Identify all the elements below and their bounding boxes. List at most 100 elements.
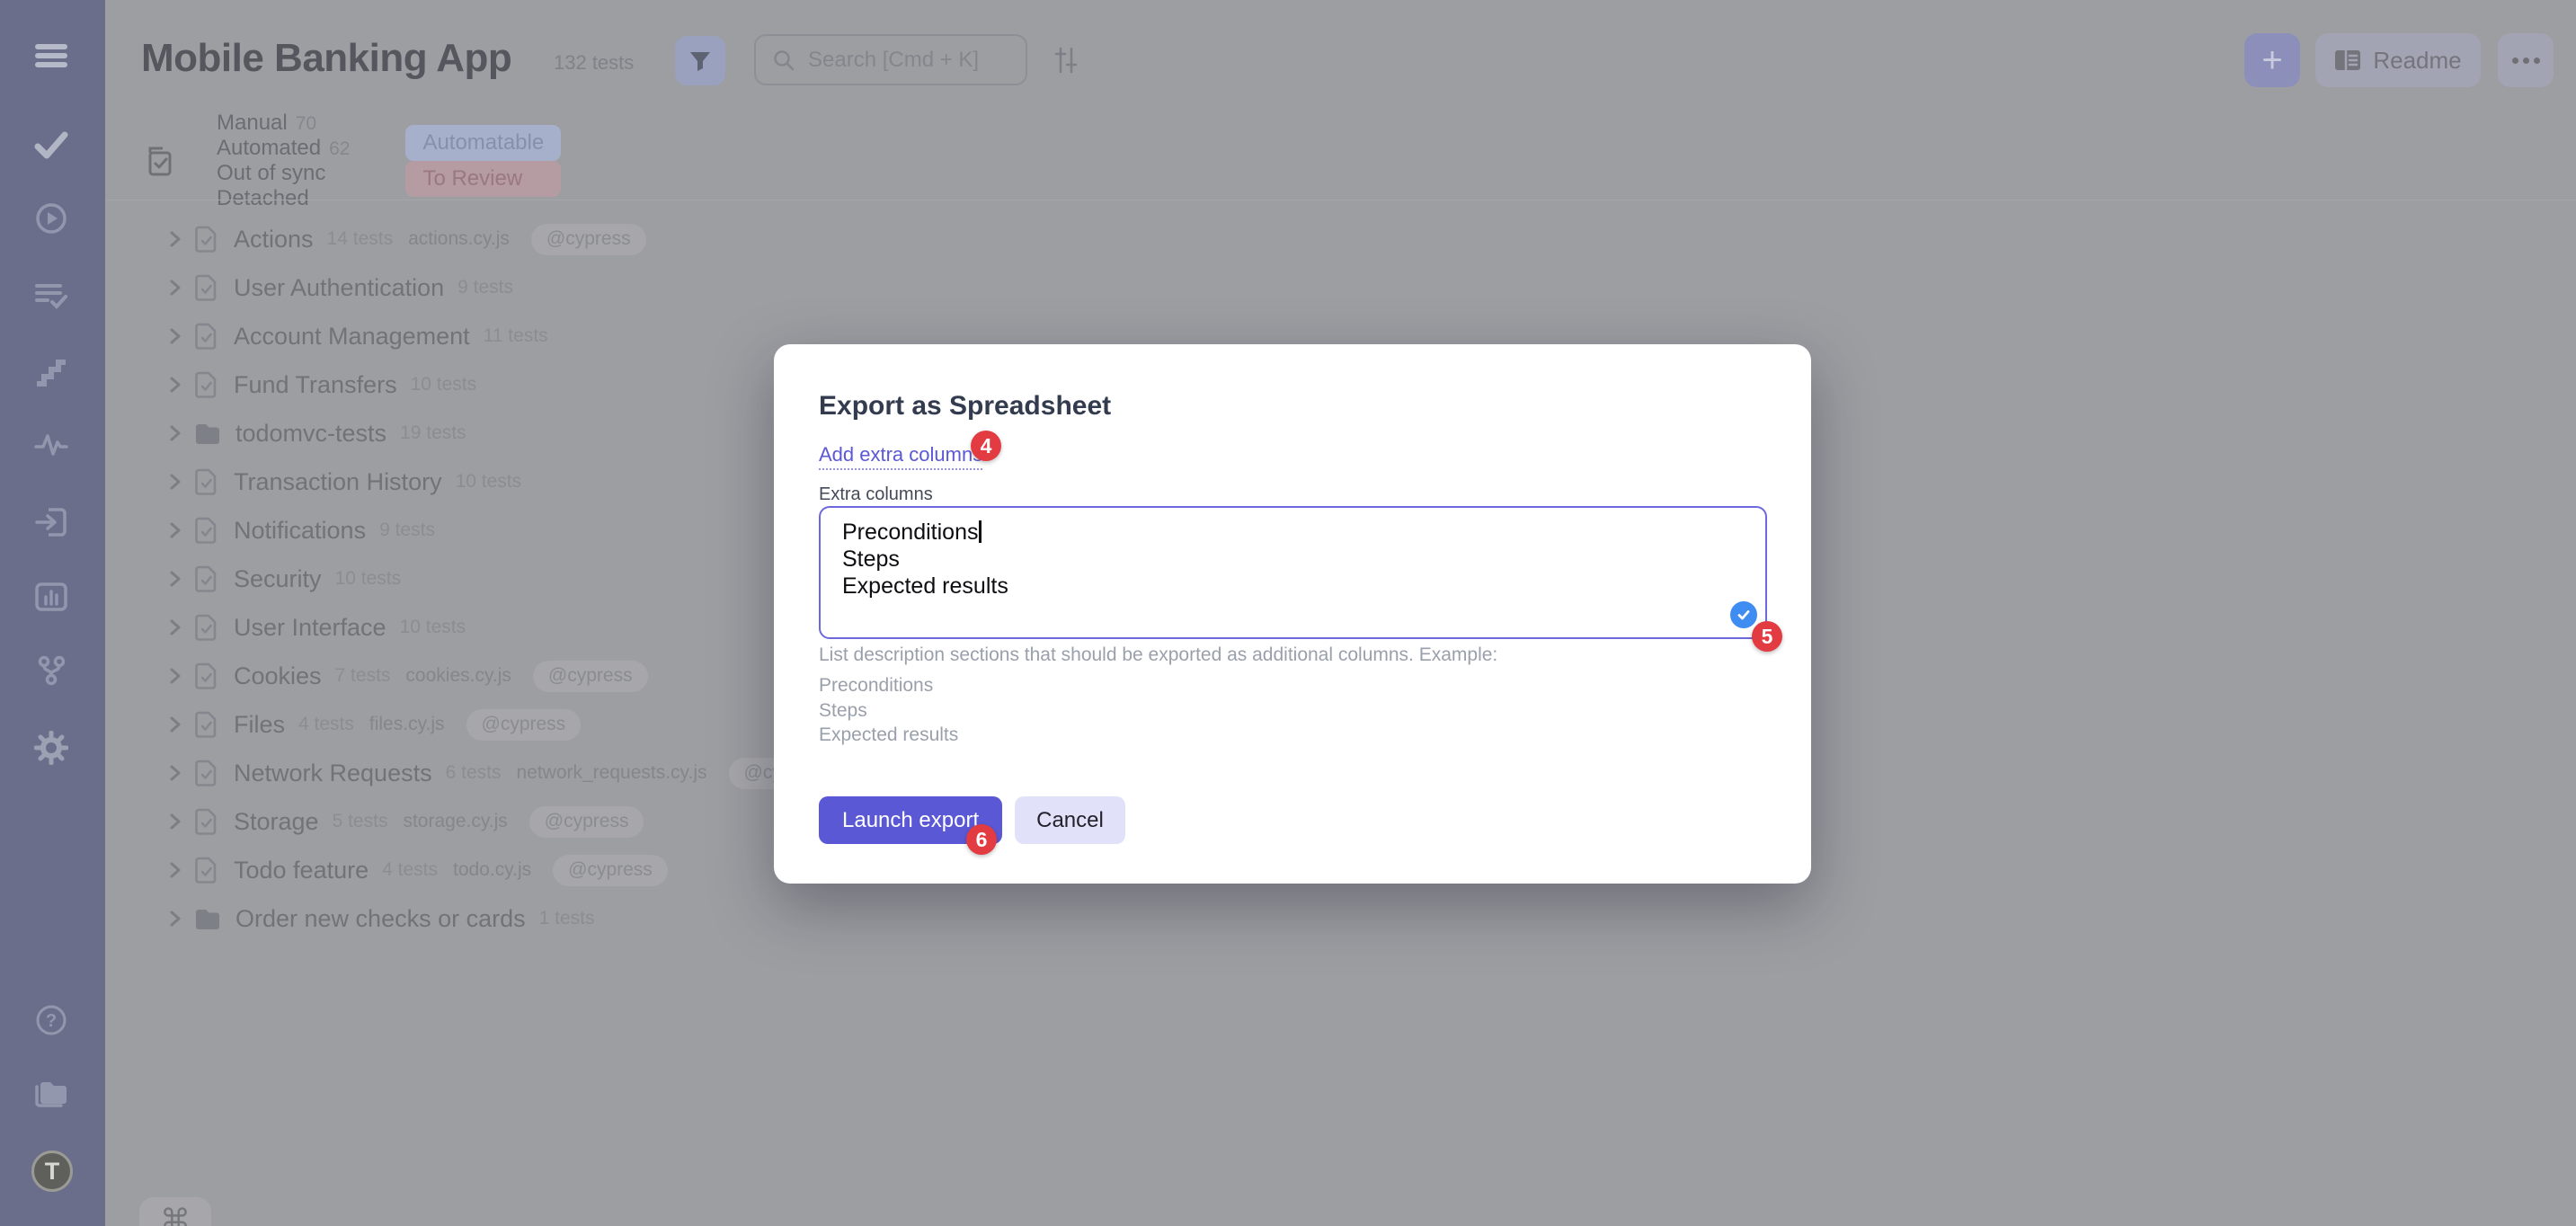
help-icon[interactable]: ? [33, 1002, 69, 1038]
suite-row-order-new-checks-or-cards[interactable]: Order new checks or cards 1 tests [167, 894, 843, 943]
command-icon: ⌘ [160, 1203, 191, 1226]
modal-title: Export as Spreadsheet [819, 391, 1111, 422]
adjustments-icon[interactable] [1052, 46, 1080, 79]
more-options-button[interactable] [2498, 33, 2554, 87]
chevron-right-icon [167, 617, 183, 637]
extra-columns-label: Extra columns [819, 484, 933, 505]
filter-pill-automatable[interactable]: Automatable [405, 125, 561, 161]
suite-row-todo-feature[interactable]: Todo feature 4 tests todo.cy.js @cypress [167, 846, 843, 894]
annotation-badge-4: 4 [971, 431, 1001, 461]
sidebar-item-steps-icon[interactable] [33, 353, 69, 389]
cancel-button[interactable]: Cancel [1015, 796, 1125, 844]
suite-test-count: 10 tests [400, 617, 466, 638]
tab-manual[interactable]: Manual70 [217, 111, 350, 136]
sidebar-item-pulse-icon[interactable] [33, 427, 69, 463]
test-file-icon [194, 760, 218, 786]
suite-tag-badge: @cypress [466, 709, 582, 741]
sidebar-item-runs-icon[interactable] [33, 200, 69, 236]
sidebar-item-tests-icon[interactable] [33, 127, 69, 163]
chevron-right-icon [167, 569, 183, 589]
suite-row-security[interactable]: Security 10 tests [167, 555, 843, 603]
add-extra-columns-link[interactable]: Add extra columns [819, 443, 982, 470]
suite-test-count: 9 tests [379, 520, 435, 541]
search-icon [772, 49, 795, 72]
sidebar-item-branches-icon[interactable] [33, 653, 69, 689]
suite-row-fund-transfers[interactable]: Fund Transfers 10 tests [167, 360, 843, 409]
tab-label: Detached [217, 186, 309, 211]
example-lines: PreconditionsStepsExpected results [819, 673, 958, 748]
test-file-icon [194, 614, 218, 641]
chevron-right-icon [167, 423, 183, 443]
suite-file-name: network_requests.cy.js [516, 762, 706, 784]
suite-title: Notifications [234, 517, 366, 545]
filter-button[interactable] [675, 36, 725, 85]
tab-count: 62 [329, 138, 350, 160]
suite-row-network-requests[interactable]: Network Requests 6 tests network_request… [167, 749, 843, 797]
suite-title: Storage [234, 808, 319, 836]
suite-test-count: 19 tests [400, 422, 466, 444]
filter-pill-to-review[interactable]: To Review [405, 161, 561, 197]
suite-title: Account Management [234, 323, 470, 351]
textarea-line: Steps [842, 546, 1744, 573]
textarea-line: Expected results [842, 573, 1744, 600]
suite-file-name: files.cy.js [369, 714, 445, 735]
tab-detached[interactable]: Detached [217, 186, 350, 211]
suite-row-storage[interactable]: Storage 5 tests storage.cy.js @cypress [167, 797, 843, 846]
suite-row-cookies[interactable]: Cookies 7 tests cookies.cy.js @cypress [167, 652, 843, 700]
suite-test-count: 10 tests [411, 374, 477, 395]
suite-title: Order new checks or cards [235, 905, 526, 933]
suite-row-notifications[interactable]: Notifications 9 tests [167, 506, 843, 555]
extra-columns-textarea[interactable]: PreconditionsStepsExpected results [819, 506, 1767, 639]
search-input[interactable]: Search [Cmd + K] [754, 34, 1027, 85]
ellipsis-icon [2512, 58, 2540, 64]
suite-row-actions[interactable]: Actions 14 tests actions.cy.js @cypress [167, 215, 843, 263]
textarea-line: Preconditions [842, 519, 1744, 546]
sidebar-item-analytics-icon[interactable] [33, 579, 69, 615]
helper-text: List description sections that should be… [819, 644, 1497, 666]
suite-row-user-interface[interactable]: User Interface 10 tests [167, 603, 843, 652]
suite-test-count: 7 tests [335, 665, 391, 687]
suite-row-transaction-history[interactable]: Transaction History 10 tests [167, 458, 843, 506]
suite-row-user-authentication[interactable]: User Authentication 9 tests [167, 263, 843, 312]
suite-list: Actions 14 tests actions.cy.js @cypress … [167, 215, 843, 943]
tab-out-of-sync[interactable]: Out of sync [217, 161, 350, 186]
readme-button[interactable]: Readme [2315, 33, 2481, 87]
keyboard-shortcuts-button[interactable]: ⌘ [139, 1197, 211, 1226]
tab-label: Manual [217, 111, 288, 136]
suite-title: Transaction History [234, 468, 442, 496]
suite-file-name: actions.cy.js [408, 228, 510, 250]
chevron-right-icon [167, 715, 183, 734]
page-title: Mobile Banking App [141, 36, 511, 81]
annotation-badge-5: 5 [1752, 621, 1782, 652]
suite-file-name: storage.cy.js [403, 811, 507, 832]
menu-icon[interactable] [33, 38, 69, 74]
suite-tag-badge: @cypress [533, 661, 648, 692]
sidebar-item-import-icon[interactable] [33, 504, 69, 540]
suite-title: Files [234, 711, 285, 739]
suite-tag-badge: @cypress [553, 855, 668, 886]
chevron-right-icon [167, 763, 183, 783]
test-file-icon [194, 274, 218, 301]
chevron-right-icon [167, 812, 183, 831]
search-placeholder: Search [Cmd + K] [808, 48, 979, 73]
sidebar-item-settings-icon[interactable] [33, 730, 69, 766]
suite-title: Cookies [234, 662, 322, 690]
suite-row-files[interactable]: Files 4 tests files.cy.js @cypress [167, 700, 843, 749]
avatar[interactable]: T [31, 1150, 73, 1192]
test-file-icon [194, 662, 218, 689]
suite-row-todomvc-tests[interactable]: todomvc-tests 19 tests [167, 409, 843, 458]
projects-folder-icon[interactable] [33, 1078, 69, 1114]
suite-title: User Authentication [234, 274, 444, 302]
suite-test-count: 4 tests [382, 859, 438, 881]
tab-label: Automated [217, 136, 321, 161]
test-file-icon [194, 226, 218, 253]
suite-title: Fund Transfers [234, 371, 397, 399]
example-line: Preconditions [819, 673, 958, 698]
sidebar-item-test-plans-icon[interactable] [33, 278, 69, 314]
add-button[interactable]: + [2244, 33, 2300, 87]
checklist-icon[interactable] [145, 145, 173, 177]
suite-test-count: 4 tests [298, 714, 354, 735]
suite-file-name: todo.cy.js [453, 859, 531, 881]
suite-row-account-management[interactable]: Account Management 11 tests [167, 312, 843, 360]
tab-automated[interactable]: Automated 62 [217, 136, 350, 161]
